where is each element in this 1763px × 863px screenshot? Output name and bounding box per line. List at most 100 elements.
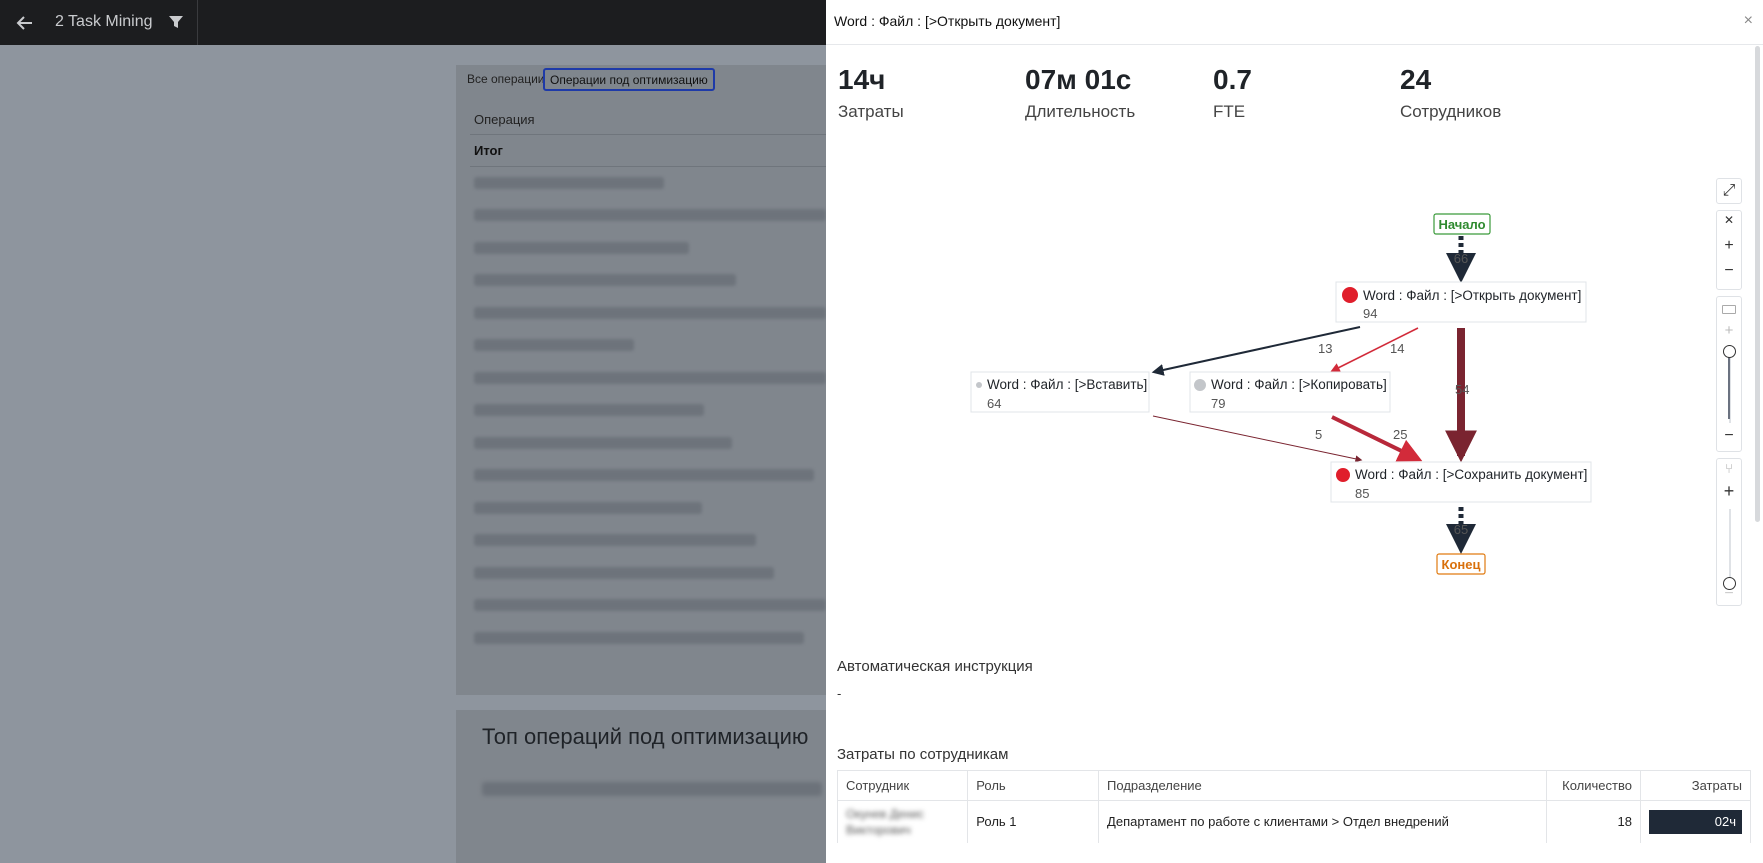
edge-count: 5 xyxy=(1315,427,1322,442)
slider-rail xyxy=(1729,509,1731,584)
activity-label: Word : Файл : [>Открыть документ] xyxy=(1363,288,1581,303)
edge-count: 54 xyxy=(1455,382,1469,397)
expand-icon[interactable]: ⤢ xyxy=(1716,178,1742,204)
list-item[interactable] xyxy=(474,339,634,351)
operation-column-header[interactable]: Операция xyxy=(474,112,535,127)
list-item[interactable] xyxy=(482,782,822,796)
kpi-employees: 24 Сотрудников xyxy=(1400,64,1501,122)
costs-title: Затраты по сотрудникам xyxy=(837,746,1009,763)
plus-icon: + xyxy=(1724,322,1734,339)
activity-label: Word : Файл : [>Сохранить документ] xyxy=(1355,467,1587,482)
list-item[interactable] xyxy=(474,404,704,416)
plus-icon: + xyxy=(1723,481,1735,501)
list-item[interactable] xyxy=(474,632,804,644)
paths-slider[interactable]: ⑂ + − xyxy=(1716,458,1742,606)
list-item[interactable] xyxy=(474,372,826,384)
kpi-fte: 0.7 FTE xyxy=(1213,64,1252,122)
column-header-cost[interactable]: Затраты xyxy=(1639,770,1752,801)
list-item[interactable] xyxy=(474,307,826,319)
end-node[interactable]: Конец xyxy=(1436,553,1486,575)
kpi-label: Сотрудников xyxy=(1400,102,1502,121)
edge-count: 14 xyxy=(1390,341,1404,356)
kpi-value: 14ч xyxy=(838,64,886,95)
minus-icon: − xyxy=(1724,427,1734,444)
count-cell: 18 xyxy=(1546,800,1641,843)
divider xyxy=(470,134,826,135)
paths-slider-icon: ⑂ xyxy=(1725,461,1733,476)
filter-icon[interactable] xyxy=(167,13,185,31)
list-item[interactable] xyxy=(474,534,756,546)
arrow-left-icon[interactable] xyxy=(14,12,36,34)
activity-count: 79 xyxy=(1211,396,1225,411)
start-label: Начало xyxy=(1438,217,1485,232)
column-header-department[interactable]: Подразделение xyxy=(1098,770,1548,801)
list-item[interactable] xyxy=(474,469,814,481)
tab-all-operations[interactable]: Все операции xyxy=(467,72,544,86)
edge-count: 13 xyxy=(1318,341,1332,356)
start-node[interactable]: Начало xyxy=(1433,213,1491,235)
table-header: Сотрудник Роль Подразделение Количество … xyxy=(836,770,1752,801)
activity-node-save[interactable]: Word : Файл : [>Сохранить документ] 85 xyxy=(1330,461,1592,503)
kpi-label: Затраты xyxy=(838,102,904,121)
column-header-employee[interactable]: Сотрудник xyxy=(836,770,969,801)
employee-costs-table: Сотрудник Роль Подразделение Количество … xyxy=(836,770,1752,843)
minus-icon: − xyxy=(1724,585,1734,602)
list-item[interactable] xyxy=(474,437,732,449)
top-operations-title: Топ операций под оптимизацию xyxy=(482,724,809,749)
list-item[interactable] xyxy=(474,209,826,221)
divider xyxy=(470,166,826,167)
fit-icon[interactable]: ✕ xyxy=(1717,213,1741,227)
list-item[interactable] xyxy=(474,599,826,611)
activity-count: 85 xyxy=(1355,486,1369,501)
cost-bar: 02ч xyxy=(1649,809,1742,834)
edge-open-save[interactable]: 54 xyxy=(1445,328,1477,463)
activity-label: Word : Файл : [>Копировать] xyxy=(1211,377,1387,392)
kpi-label: Длительность xyxy=(1025,102,1136,121)
cost-marker-icon xyxy=(1336,468,1350,482)
edge-save-end[interactable]: 65 xyxy=(1446,507,1476,554)
column-header-role[interactable]: Роль xyxy=(967,770,1100,801)
edge-open-paste[interactable]: 13 xyxy=(1151,326,1361,376)
activity-count: 94 xyxy=(1363,306,1377,321)
close-icon[interactable]: × xyxy=(1744,12,1753,30)
list-item[interactable] xyxy=(474,274,736,286)
list-item[interactable] xyxy=(474,177,664,189)
edge-copy-save[interactable]: 25 xyxy=(1331,415,1423,462)
cost-marker-icon xyxy=(976,382,982,388)
activities-slider-icon xyxy=(1722,305,1736,314)
list-item[interactable] xyxy=(474,242,689,254)
list-item[interactable] xyxy=(474,502,702,514)
activity-node-paste[interactable]: Word : Файл : [>Вставить] 64 xyxy=(970,371,1150,413)
cost-marker-icon xyxy=(1342,287,1358,303)
zoom-in-icon[interactable]: + xyxy=(1717,237,1741,255)
kpi-duration: 07м 01с Длительность xyxy=(1025,64,1135,122)
role-cell: Роль 1 xyxy=(967,800,1100,843)
process-map[interactable]: 66 13 14 54 5 25 65 Начало Конец Word: … xyxy=(826,160,1763,610)
drawer-header: Word : Файл : [>Открыть документ] × xyxy=(826,0,1763,45)
kpi-value: 07м 01с xyxy=(1025,64,1132,95)
zoom-out-icon[interactable]: − xyxy=(1717,262,1741,280)
department-cell: Департамент по работе с клиентами > Отде… xyxy=(1098,800,1548,843)
slider-handle[interactable] xyxy=(1723,345,1736,358)
edge-count: 25 xyxy=(1393,427,1407,442)
edge-paste-save[interactable]: 5 xyxy=(1152,415,1363,463)
end-label: Конец xyxy=(1442,557,1481,572)
activity-node-copy[interactable]: Word : Файл : [>Копировать] 79 xyxy=(1189,371,1391,413)
column-header-count[interactable]: Количество xyxy=(1546,770,1641,801)
activity-node-open[interactable]: Word : Файл : [>Открыть документ] 94 xyxy=(1335,281,1587,323)
table-row[interactable]: Окунев Денис Викторович Роль 1 Департаме… xyxy=(836,800,1752,843)
instruction-title: Автоматическая инструкция xyxy=(837,658,1033,675)
cost-cell: 02ч xyxy=(1639,800,1752,843)
edge-start-open[interactable]: 66 xyxy=(1446,236,1476,283)
zoom-controls: ✕ + − xyxy=(1716,210,1742,290)
edge-count: 65 xyxy=(1454,522,1468,537)
tab-optimization-operations[interactable]: Операции под оптимизацию xyxy=(543,68,715,91)
activities-slider[interactable]: + − xyxy=(1716,296,1742,452)
list-item[interactable] xyxy=(474,567,774,579)
kpi-label: FTE xyxy=(1213,102,1246,121)
instruction-value: - xyxy=(837,686,842,701)
toolbar-divider xyxy=(197,0,198,45)
total-row-label: Итог xyxy=(474,143,503,158)
edge-open-copy[interactable]: 14 xyxy=(1330,327,1419,372)
app-title: 2 Task Mining xyxy=(55,13,153,30)
